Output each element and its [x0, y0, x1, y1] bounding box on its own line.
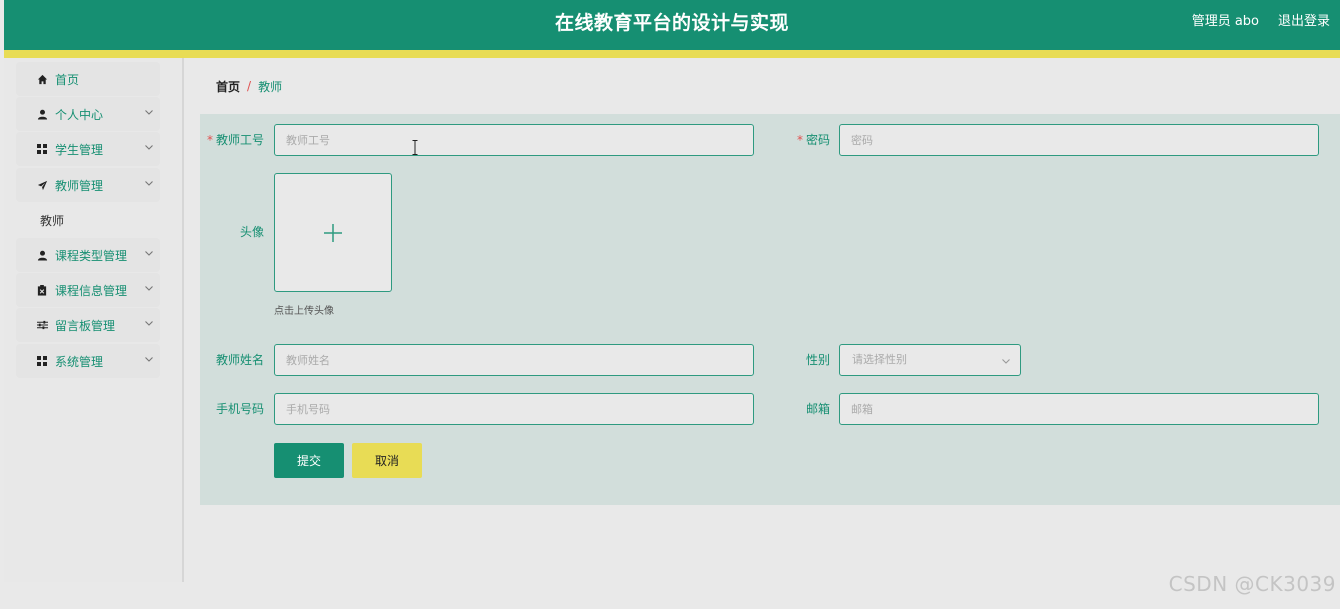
chevron-down-icon — [145, 110, 153, 115]
required-mark: * — [796, 133, 803, 147]
breadcrumb-home[interactable]: 首页 — [216, 78, 240, 95]
avatar-upload-button[interactable] — [274, 173, 392, 292]
password-label-text: 密码 — [805, 133, 830, 147]
sidebar: 首页 个人中心 学生管理 教师管理 教师 课程类型管理 课程信息管理 留言板管理… — [4, 58, 184, 582]
phone-label: 手机号码 — [215, 402, 264, 416]
submit-button[interactable]: 提交 — [274, 443, 344, 478]
user-icon — [36, 249, 48, 261]
email-input[interactable] — [839, 393, 1319, 425]
text-cursor-icon — [412, 140, 418, 155]
breadcrumb-current: 教师 — [258, 79, 283, 94]
password-label: * 密码 — [760, 124, 830, 156]
gender-select[interactable]: 请选择性别 — [839, 344, 1021, 376]
home-icon — [36, 73, 48, 85]
watermark: CSDN @CK3039 — [1168, 572, 1336, 596]
sidebar-item-personal-center[interactable]: 个人中心 — [16, 97, 160, 131]
grid-icon — [36, 355, 48, 367]
chevron-down-icon — [145, 321, 153, 326]
phone-input[interactable] — [274, 393, 754, 425]
gender-label: 性别 — [805, 353, 830, 367]
top-header: 在线教育平台的设计与实现 管理员 abo 退出登录 — [4, 0, 1340, 50]
sliders-icon — [36, 319, 48, 331]
breadcrumb-separator: / — [247, 79, 252, 93]
sidebar-item-label: 留言板管理 — [55, 318, 116, 333]
chevron-down-icon — [145, 181, 153, 186]
teacher-id-label-text: 教师工号 — [215, 133, 264, 147]
chevron-down-icon — [145, 357, 153, 362]
sidebar-item-course-type-management[interactable]: 课程类型管理 — [16, 238, 160, 272]
sidebar-item-label: 个人中心 — [55, 107, 104, 122]
sidebar-item-message-board-management[interactable]: 留言板管理 — [16, 308, 160, 342]
sidebar-item-home[interactable]: 首页 — [16, 62, 160, 96]
teacher-id-label: * 教师工号 — [200, 124, 264, 156]
current-user-label: 管理员 abo — [1191, 14, 1259, 29]
sidebar-item-label: 首页 — [55, 72, 80, 87]
app-title: 在线教育平台的设计与实现 — [554, 12, 789, 34]
teacher-name-input[interactable] — [274, 344, 754, 376]
chevron-down-icon — [145, 145, 153, 150]
teacher-name-label: 教师姓名 — [215, 353, 264, 367]
sidebar-item-course-info-management[interactable]: 课程信息管理 — [16, 273, 160, 307]
breadcrumb: 首页 / 教师 — [216, 78, 282, 94]
sidebar-item-teacher-management[interactable]: 教师管理 — [16, 168, 160, 202]
avatar-upload-hint: 点击上传头像 — [274, 306, 334, 317]
clipboard-icon — [36, 284, 48, 296]
send-icon — [36, 179, 48, 191]
gender-select-placeholder: 请选择性别 — [852, 353, 907, 366]
plus-icon — [324, 224, 342, 242]
cancel-button[interactable]: 取消 — [352, 443, 422, 478]
sidebar-item-label: 课程类型管理 — [55, 248, 128, 263]
avatar-label: 头像 — [239, 225, 264, 239]
chevron-down-icon — [145, 251, 153, 256]
sidebar-subitem-teacher[interactable]: 教师 — [40, 211, 64, 231]
chevron-down-icon — [145, 286, 153, 291]
user-icon — [36, 108, 48, 120]
sidebar-item-label: 教师管理 — [55, 178, 104, 193]
teacher-id-input[interactable] — [274, 124, 754, 156]
sidebar-item-label: 系统管理 — [55, 354, 104, 369]
logout-link[interactable]: 退出登录 — [1278, 0, 1330, 44]
password-input[interactable] — [839, 124, 1319, 156]
teacher-form: *教师工号 *密码 头像 点击上传头像 教师姓名 性别 请选择性别 手机号码 邮… — [200, 114, 1340, 505]
email-label: 邮箱 — [805, 402, 830, 416]
chevron-down-icon — [1002, 359, 1010, 364]
required-mark: * — [206, 133, 213, 147]
sidebar-item-label: 学生管理 — [55, 142, 104, 157]
grid-icon — [36, 143, 48, 155]
sidebar-item-student-management[interactable]: 学生管理 — [16, 132, 160, 166]
header-accent-stripe — [4, 50, 1340, 58]
sidebar-item-system-management[interactable]: 系统管理 — [16, 344, 160, 378]
sidebar-item-label: 课程信息管理 — [55, 283, 128, 298]
